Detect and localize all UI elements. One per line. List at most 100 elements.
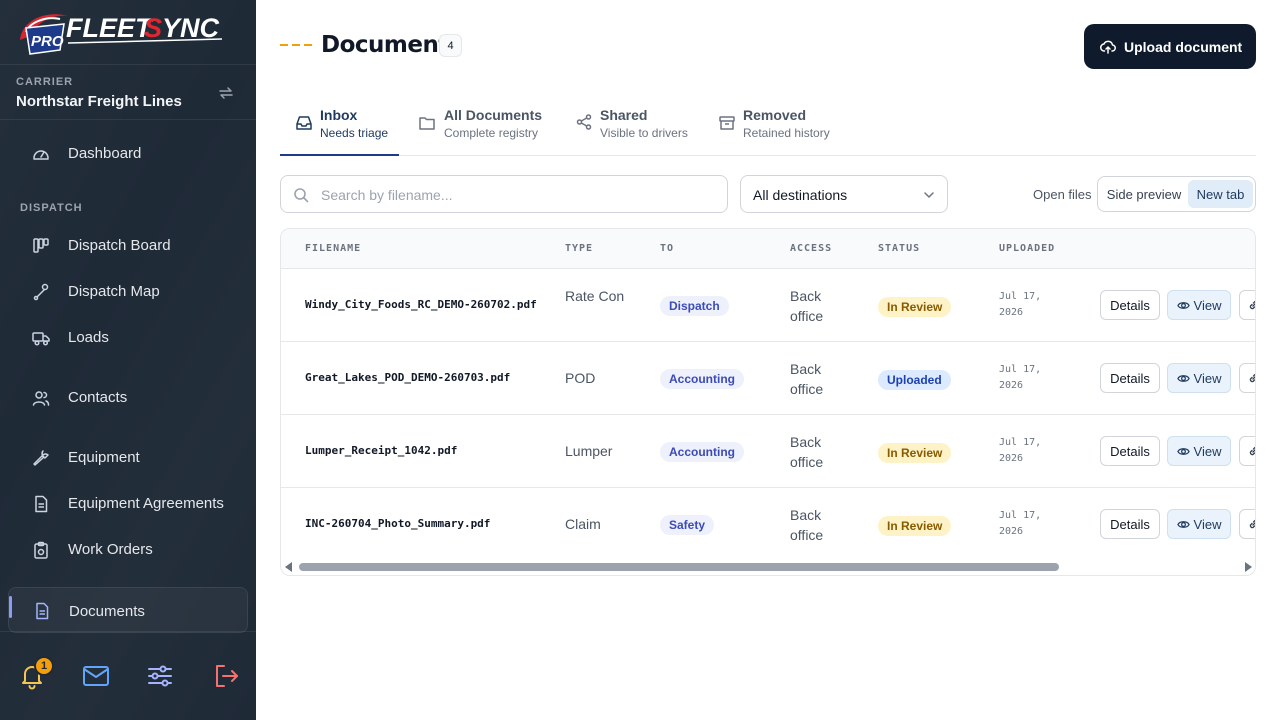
status-badge: In Review [878,297,952,317]
svg-text:YNC: YNC [162,13,220,43]
filename-cell[interactable]: Lumper_Receipt_1042.pdf [305,444,457,457]
sidebar-item-dispatch-board[interactable]: Dispatch Board [8,227,248,265]
type-cell: POD [565,370,596,386]
column-header-type[interactable]: TYPE [565,243,593,254]
inbox-icon [296,116,312,130]
view-button[interactable]: View [1167,509,1231,539]
link-button[interactable] [1239,509,1255,539]
document-count-badge: 4 [439,34,462,57]
horizontal-scrollbar[interactable] [281,559,1255,575]
table-row[interactable]: Windy_City_Foods_RC_DEMO-260702.pdf Rate… [281,269,1255,342]
uploaded-cell: Jul 17, 2026 [999,291,1042,318]
open-new-tab-option[interactable]: New tab [1188,180,1253,208]
tab-subtitle: Needs triage [320,126,389,140]
upload-document-button[interactable]: Upload document [1084,24,1256,69]
open-files-label: Open files [1033,187,1092,202]
search-icon [294,188,309,203]
link-icon [1249,519,1255,529]
tab-shared[interactable]: Shared Visible to drivers [549,96,689,155]
share-icon [576,114,592,130]
filename-cell[interactable]: INC-260704_Photo_Summary.pdf [305,517,490,530]
title-accent [280,44,312,46]
link-button[interactable] [1239,436,1255,466]
mail-icon[interactable] [82,662,110,690]
sidebar-item-equipment[interactable]: Equipment [8,439,248,477]
details-button[interactable]: Details [1100,290,1160,320]
link-icon [1249,446,1255,456]
tab-title: Removed [743,107,807,123]
truck-icon [32,332,50,346]
clipboard-icon [34,541,48,559]
access-cell: Back office [790,507,824,543]
sidebar-item-label: Dispatch Map [68,283,160,300]
status-badge: In Review [878,443,952,463]
view-button[interactable]: View [1167,436,1231,466]
file-text-icon [35,495,48,513]
search-box [280,175,728,213]
sidebar-item-work-orders[interactable]: Work Orders [8,531,248,569]
sidebar-item-dispatch-map[interactable]: Dispatch Map [8,273,248,311]
sidebar-footer: 1 [0,631,256,720]
upload-button-label: Upload document [1124,38,1243,55]
column-header-filename[interactable]: FILENAME [305,243,361,254]
sidebar-item-loads[interactable]: Loads [8,319,248,357]
sidebar-item-label: Work Orders [68,541,153,558]
sidebar-item-contacts[interactable]: Contacts [8,379,248,417]
table-row[interactable]: Lumper_Receipt_1042.pdf Lumper Accountin… [281,415,1255,488]
sidebar-item-label: Documents [69,603,145,620]
uploaded-cell: Jul 17, 2026 [999,510,1042,537]
fleetsync-logo[interactable]: PRO FLEET S YNC [16,10,230,58]
destination-select-value: All destinations [753,187,848,203]
access-cell: Back office [790,288,824,324]
sidebar-item-dashboard[interactable]: Dashboard [8,135,248,173]
scroll-right-icon[interactable] [1244,562,1252,572]
filename-cell[interactable]: Great_Lakes_POD_DEMO-260703.pdf [305,371,510,384]
filename-cell[interactable]: Windy_City_Foods_RC_DEMO-260702.pdf [305,298,537,311]
destination-badge: Safety [660,515,715,535]
route-icon [33,283,49,301]
sidebar-item-documents[interactable]: Documents [8,587,248,633]
documents-table: FILENAME TYPE TO ACCESS STATUS UPLOADED … [280,228,1256,576]
column-header-uploaded[interactable]: UPLOADED [999,243,1055,254]
document-tabs: Inbox Needs triage All Documents Complet… [280,96,1256,156]
uploaded-cell: Jul 17, 2026 [999,364,1042,391]
tab-all-documents[interactable]: All Documents Complete registry [399,96,549,155]
view-button[interactable]: View [1167,363,1231,393]
table-row[interactable]: Great_Lakes_POD_DEMO-260703.pdf POD Acco… [281,342,1255,415]
type-cell: Claim [565,516,601,532]
column-header-to[interactable]: TO [660,243,674,254]
eye-icon [1176,447,1190,455]
eye-icon [1176,520,1190,528]
sliders-icon[interactable] [146,662,174,690]
view-button-label: View [1193,516,1222,532]
column-header-status[interactable]: STATUS [878,243,920,254]
column-header-access[interactable]: ACCESS [790,243,832,254]
details-button[interactable]: Details [1100,436,1160,466]
tab-removed[interactable]: Removed Retained history [689,96,839,155]
document-icon [36,602,49,620]
sidebar-item-label: Dispatch Board [68,237,171,254]
eye-icon [1176,374,1190,382]
sidebar-item-equipment-agreements[interactable]: Equipment Agreements [8,485,248,523]
details-button[interactable]: Details [1100,363,1160,393]
open-side-preview-option[interactable]: Side preview [1101,180,1187,208]
carrier-label: CARRIER [16,76,74,88]
search-input[interactable] [321,184,711,206]
logout-icon[interactable] [212,662,240,690]
destination-badge: Accounting [660,442,744,462]
scrollbar-thumb[interactable] [299,563,1059,571]
carrier-switcher[interactable]: CARRIER Northstar Freight Lines [0,64,256,120]
details-button[interactable]: Details [1100,509,1160,539]
destination-select[interactable]: All destinations [740,175,948,213]
svg-text:S: S [144,13,162,43]
tab-inbox[interactable]: Inbox Needs triage [280,96,399,156]
swap-icon[interactable] [216,83,236,103]
scroll-left-icon[interactable] [285,562,293,572]
chevron-down-icon [924,192,934,198]
view-button[interactable]: View [1167,290,1231,320]
link-button[interactable] [1239,290,1255,320]
table-row[interactable]: INC-260704_Photo_Summary.pdf Claim Safet… [281,488,1255,561]
sidebar-item-label: Dashboard [68,145,142,162]
archive-icon [719,116,735,130]
link-button[interactable] [1239,363,1255,393]
